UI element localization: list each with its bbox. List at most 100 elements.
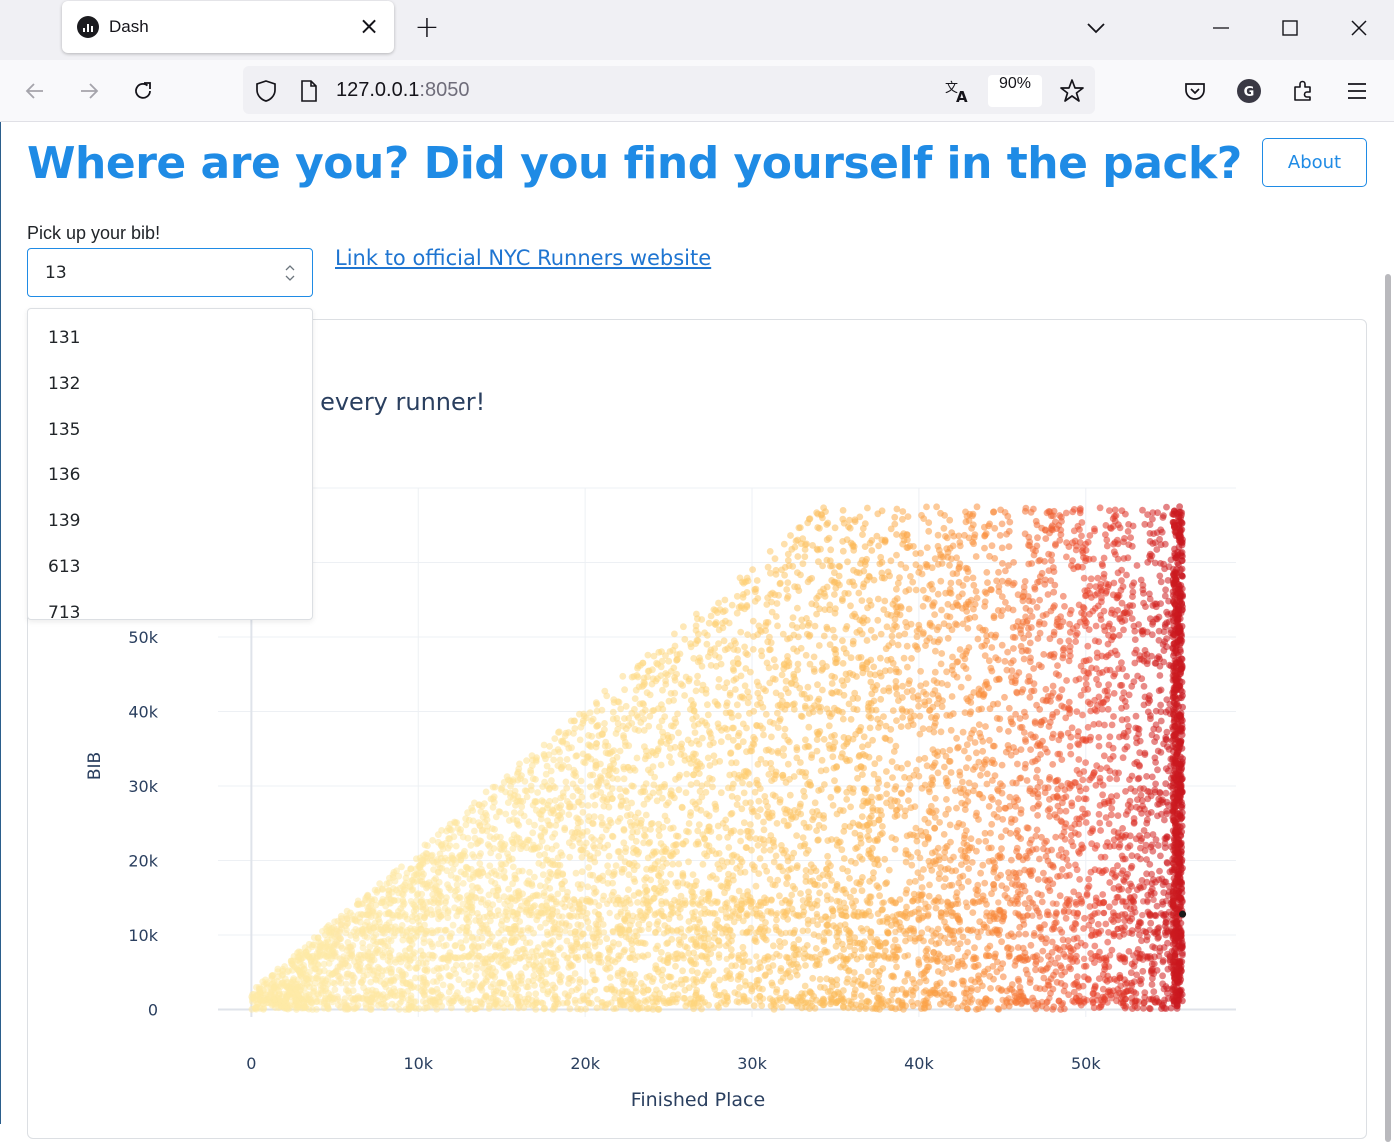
scatter-point bbox=[1003, 885, 1010, 892]
scatter-point bbox=[946, 882, 953, 889]
scatter-point bbox=[947, 822, 954, 829]
nyc-runners-link[interactable]: Link to official NYC Runners website bbox=[335, 246, 711, 270]
scatter-point bbox=[840, 660, 847, 667]
scatter-point bbox=[389, 889, 396, 896]
scatter-point bbox=[899, 508, 906, 515]
scatter-point bbox=[1163, 696, 1170, 703]
list-tabs-chevron-icon[interactable] bbox=[1078, 10, 1114, 46]
navigation-toolbar: 127.0.0.1:8050 文A 90% G bbox=[0, 60, 1394, 122]
scatter-point bbox=[522, 964, 529, 971]
scatter-point bbox=[1154, 766, 1161, 773]
app-menu-icon[interactable] bbox=[1338, 72, 1376, 110]
scatter-point bbox=[1025, 825, 1032, 832]
scatter-point bbox=[987, 830, 994, 837]
scatter-point bbox=[1105, 641, 1112, 648]
scatter-point bbox=[1096, 975, 1103, 982]
extensions-puzzle-icon[interactable] bbox=[1284, 72, 1322, 110]
browser-tab[interactable]: Dash × bbox=[62, 1, 394, 53]
shield-icon[interactable] bbox=[251, 76, 281, 106]
scatter-point bbox=[718, 789, 725, 796]
scatter-point bbox=[876, 892, 883, 899]
scatter-point bbox=[948, 727, 955, 734]
scatter-point bbox=[1053, 670, 1060, 677]
scatter-point bbox=[867, 679, 874, 686]
scatter-point bbox=[986, 737, 993, 744]
scatter-point bbox=[1118, 886, 1125, 893]
scatter-point bbox=[1048, 526, 1055, 533]
pocket-icon[interactable] bbox=[1176, 72, 1214, 110]
scatter-point bbox=[983, 569, 990, 576]
scatter-point bbox=[794, 667, 801, 674]
scatter-point bbox=[1106, 775, 1113, 782]
scatter-point bbox=[1085, 699, 1092, 706]
account-avatar-icon[interactable]: G bbox=[1230, 72, 1268, 110]
scatter-point bbox=[846, 875, 853, 882]
bib-select[interactable]: 13 bbox=[27, 248, 313, 297]
scatter-point bbox=[877, 831, 884, 838]
bookmark-star-icon[interactable] bbox=[1057, 76, 1087, 106]
scatter-point bbox=[840, 716, 847, 723]
scatter-point bbox=[862, 520, 869, 527]
back-arrow-icon[interactable] bbox=[16, 72, 54, 110]
scatter-point bbox=[672, 963, 679, 970]
scatter-point bbox=[1077, 507, 1084, 514]
scatter-point bbox=[344, 971, 351, 978]
scatter-point bbox=[526, 869, 533, 876]
scatter-point bbox=[926, 789, 933, 796]
address-bar[interactable]: 127.0.0.1:8050 文A 90% bbox=[243, 66, 1095, 114]
scatter-point bbox=[634, 755, 641, 762]
scatter-point bbox=[583, 840, 590, 847]
scatter-point bbox=[1008, 857, 1015, 864]
close-window-icon[interactable] bbox=[1341, 10, 1377, 46]
scatter-point bbox=[700, 861, 707, 868]
scatter-point bbox=[1147, 920, 1154, 927]
scatter-point bbox=[942, 844, 949, 851]
scatter-point bbox=[1162, 844, 1169, 851]
scatter-point bbox=[621, 826, 628, 833]
select-arrows-icon[interactable] bbox=[284, 264, 296, 282]
scatter-point bbox=[892, 937, 899, 944]
scatter-point bbox=[807, 515, 814, 522]
scatter-point bbox=[952, 867, 959, 874]
about-button[interactable]: About bbox=[1262, 138, 1367, 187]
scatter-point bbox=[718, 738, 725, 745]
scatter-point bbox=[912, 803, 919, 810]
reload-icon[interactable] bbox=[124, 72, 162, 110]
scatter-point bbox=[1072, 638, 1079, 645]
scatter-point bbox=[729, 793, 736, 800]
scatter-point bbox=[904, 833, 911, 840]
scatter-point bbox=[790, 850, 797, 857]
scatter-point bbox=[942, 811, 949, 818]
scatter-point bbox=[633, 687, 640, 694]
scatter-point bbox=[585, 864, 592, 871]
page-icon[interactable] bbox=[294, 76, 324, 106]
scatter-point bbox=[727, 692, 734, 699]
maximize-window-icon[interactable] bbox=[1272, 10, 1308, 46]
scatter-point bbox=[590, 716, 597, 723]
scatter-point bbox=[913, 587, 920, 594]
scatter-point bbox=[643, 812, 650, 819]
forward-arrow-icon[interactable] bbox=[70, 72, 108, 110]
close-tab-icon[interactable]: × bbox=[354, 12, 384, 42]
scatter-point bbox=[893, 717, 900, 724]
zoom-level-button[interactable]: 90% bbox=[988, 75, 1042, 107]
scatter-point bbox=[801, 553, 808, 560]
scatter-point bbox=[1021, 729, 1028, 736]
scatter-point bbox=[734, 610, 741, 617]
scatter-point bbox=[673, 833, 680, 840]
bib-select-value[interactable]: 13 bbox=[45, 263, 67, 283]
scatter-point bbox=[866, 827, 873, 834]
translate-icon[interactable]: 文A bbox=[943, 76, 973, 106]
url-text[interactable]: 127.0.0.1:8050 bbox=[336, 79, 469, 102]
scatter-point bbox=[1143, 856, 1150, 863]
scatter-point bbox=[721, 889, 728, 896]
scatter-point bbox=[1113, 792, 1120, 799]
scatter-point bbox=[847, 804, 854, 811]
scatter-point bbox=[947, 857, 954, 864]
scatter-point bbox=[850, 638, 857, 645]
minimize-window-icon[interactable] bbox=[1203, 10, 1239, 46]
scatter-point bbox=[497, 809, 504, 816]
new-tab-button[interactable]: + bbox=[410, 10, 444, 44]
scatter-point bbox=[609, 795, 616, 802]
scatter-point bbox=[840, 507, 847, 514]
